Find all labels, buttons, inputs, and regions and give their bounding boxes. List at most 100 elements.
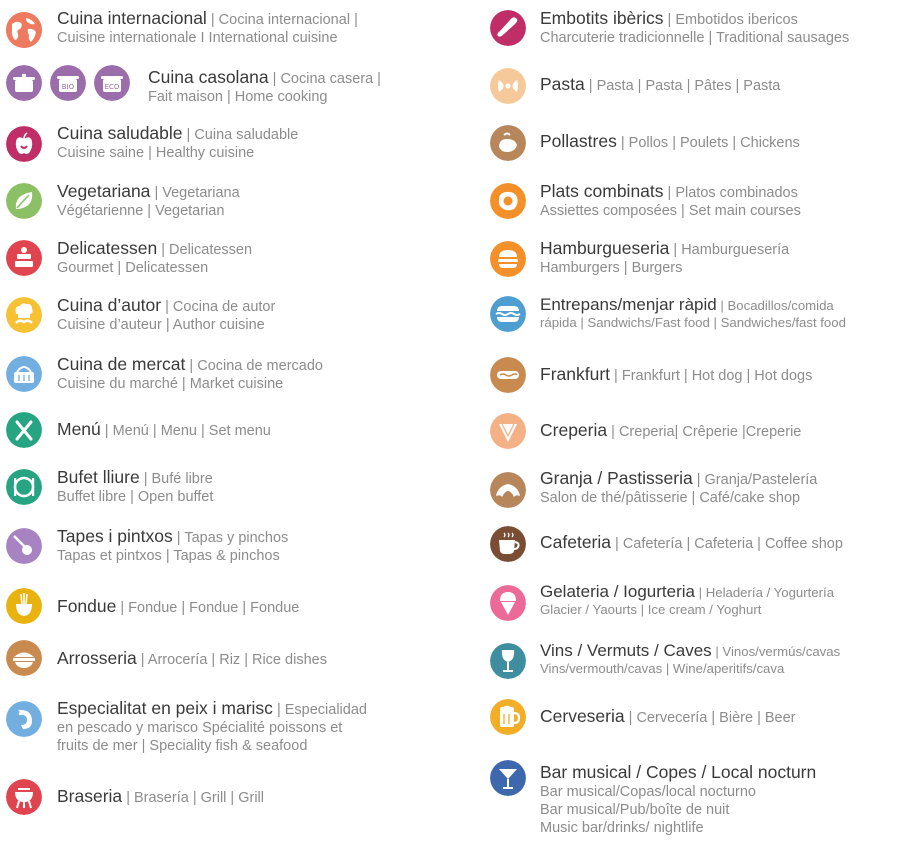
category-translation-line2: en pescado y marisco Spécialité poissons…: [57, 720, 343, 736]
shrimp-icon: [6, 701, 42, 737]
coffee-cup-icon: [490, 526, 526, 562]
apple-icon: [6, 126, 42, 162]
eco-badge-icon: ECO: [94, 65, 130, 101]
sausage-icon: [490, 10, 526, 46]
category-translation: | Especialidad: [272, 702, 367, 718]
category-translation: | Cuina saludable: [182, 127, 299, 143]
category-name: Embotits ibèrics: [540, 8, 664, 28]
category-translation: | Hamburguesería: [669, 242, 790, 258]
category-translation: | Arrocería | Riz | Rice dishes: [136, 652, 327, 668]
pasta-icon: [490, 68, 526, 104]
svg-text:ECO: ECO: [105, 83, 120, 91]
cocktail-icon: [490, 760, 526, 796]
category-translation: | Cafetería | Cafeteria | Coffee shop: [611, 536, 843, 552]
wine-glass-icon: [490, 643, 526, 679]
category-translation-line2: Bar musical/Copas/local nocturno: [540, 784, 756, 800]
category-name: Frankfurt: [540, 364, 611, 384]
category-name: Cuina saludable: [57, 123, 183, 143]
category-translation-line2: Végétarienne | Vegetarian: [57, 203, 225, 219]
category-translation: | Pollos | Poulets | Chickens: [616, 135, 800, 151]
chicken-icon: [490, 125, 526, 161]
burger-icon: [490, 241, 526, 277]
category-translation: | Cocina casera |: [268, 71, 381, 87]
category-translation-line2: Assiettes composées | Set main courses: [540, 203, 801, 219]
globe-icon: [6, 12, 42, 48]
category-name: Braseria: [57, 786, 123, 806]
category-translation-line2: Cuisine internationale I International c…: [57, 30, 338, 46]
category-translation-line2: Salon de thé/pâtisserie | Café/cake shop: [540, 490, 801, 506]
category-translation: | Menú | Menu | Set menu: [100, 423, 271, 439]
category-name: Entrepans/menjar ràpid: [540, 295, 717, 314]
category-translation-line2: Gourmet | Delicatessen: [57, 260, 209, 276]
category-name: Creperia: [540, 420, 608, 440]
svg-text:BIO: BIO: [62, 83, 75, 91]
category-name: Cuina internacional: [57, 8, 207, 28]
category-translation: | Tapas y pinchos: [172, 530, 289, 546]
category-name: Granja / Pastisseria: [540, 468, 693, 488]
category-name: Pasta: [540, 74, 585, 94]
category-translation: | Heladería / Yogurtería: [694, 585, 835, 600]
category-translation: | Cocina de autor: [161, 299, 276, 315]
category-translation: | Fondue | Fondue | Fondue: [116, 600, 300, 616]
category-name: Tapes i pintxos: [57, 526, 173, 546]
skewer-icon: [6, 528, 42, 564]
crepe-icon: [490, 413, 526, 449]
fondue-icon: [6, 588, 42, 624]
category-name: Vins / Vermuts / Caves: [540, 641, 712, 660]
category-translation: | Vinos/vermús/cavas: [711, 644, 841, 659]
category-translation-line2: Buffet libre | Open buffet: [57, 489, 214, 505]
category-translation-line2: Cuisine d’auteur | Author cuisine: [57, 317, 265, 333]
category-name: Cafeteria: [540, 532, 612, 552]
cutlery-icon: [6, 412, 42, 448]
category-name: Cuina de mercat: [57, 354, 186, 374]
category-name: Cuina d’autor: [57, 295, 162, 315]
category-translation: | Platos combinados: [663, 185, 798, 201]
category-name: Delicatessen: [57, 238, 158, 258]
category-translation: | Cocina de mercado: [185, 358, 323, 374]
pot-icon: [6, 65, 42, 101]
category-translation: | Brasería | Grill | Grill: [122, 790, 264, 806]
category-name: Gelateria / Iogurteria: [540, 582, 695, 601]
category-translation-line2: Glacier / Yaourts | Ice cream / Yoghurt: [540, 602, 762, 617]
beer-mug-icon: [490, 699, 526, 735]
category-name: Vegetariana: [57, 181, 151, 201]
category-translation: | Delicatessen: [157, 242, 253, 258]
ice-cream-icon: [490, 585, 526, 621]
category-name: Bar musical / Copes / Local nocturn: [540, 762, 817, 782]
croissant-icon: [490, 472, 526, 508]
category-name: Arrosseria: [57, 648, 137, 668]
category-translation: | Embotidos ibericos: [663, 12, 798, 28]
rice-bowl-icon: [6, 640, 42, 676]
category-name: Hamburgueseria: [540, 238, 670, 258]
category-translation: | Vegetariana: [150, 185, 240, 201]
category-translation-line2: Vins/vermouth/cavas | Wine/aperitifs/cav…: [540, 661, 785, 676]
category-translation: | Cervecería | Bière | Beer: [624, 710, 796, 726]
category-translation: | Pasta | Pasta | Pâtes | Pasta: [584, 78, 781, 94]
basket-icon: [6, 356, 42, 392]
category-name: Fondue: [57, 596, 117, 616]
chef-hat-icon: [6, 297, 42, 333]
leaf-icon: [6, 183, 42, 219]
category-translation-line2: Charcuterie tradicionnelle | Traditional…: [540, 30, 850, 46]
category-name: Bufet lliure: [57, 467, 140, 487]
category-translation-line3: fruits de mer | Speciality fish & seafoo…: [57, 738, 308, 754]
category-name: Especialitat en peix i marisc: [57, 698, 273, 718]
grill-icon: [6, 779, 42, 815]
category-translation-line2: Hamburgers | Burgers: [540, 260, 683, 276]
category-name: Cuina casolana: [148, 67, 269, 87]
sandwich-icon: [490, 296, 526, 332]
category-name: Plats combinats: [540, 181, 664, 201]
category-translation-line2: Tapas et pintxos | Tapas & pinchos: [57, 548, 280, 564]
category-translation: | Bufé libre: [139, 471, 213, 487]
category-translation: | Cocina internacional |: [206, 12, 358, 28]
category-translation: | Granja/Pastelería: [692, 472, 818, 488]
category-name: Menú: [57, 419, 101, 439]
category-translation-line2: Cuisine du marché | Market cuisine: [57, 376, 284, 392]
fried-egg-icon: [490, 183, 526, 219]
hotdog-icon: [490, 357, 526, 393]
category-translation-line2: Cuisine saine | Healthy cuisine: [57, 145, 255, 161]
category-translation-line4: Music bar/drinks/ nightlife: [540, 820, 704, 836]
cake-icon: [6, 240, 42, 276]
category-translation-line2: Fait maison | Home cooking: [148, 89, 328, 105]
category-name: Pollastres: [540, 131, 617, 151]
